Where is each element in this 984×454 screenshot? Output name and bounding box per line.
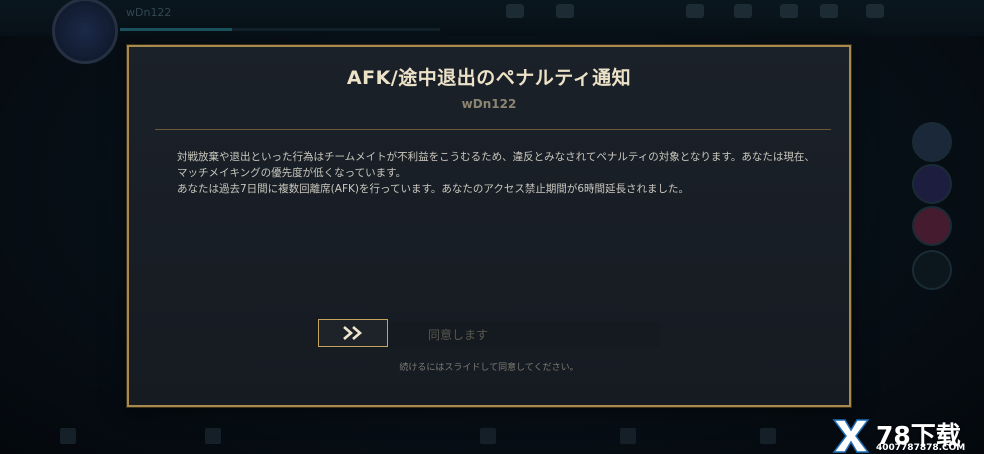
watermark-logo-icon — [832, 419, 870, 453]
watermark-url: 4007787878.COM — [876, 443, 966, 453]
penalty-dialog: AFK/途中退出のペナルティ通知 wDn122 対戦放棄や退出といった行為はチー… — [127, 45, 851, 407]
agree-slider[interactable]: 同意します — [318, 319, 660, 349]
dialog-divider — [155, 129, 831, 130]
dialog-title: AFK/途中退出のペナルティ通知 — [346, 67, 632, 89]
double-chevron-right-icon — [343, 326, 362, 340]
dialog-player-name: wDn122 — [461, 97, 517, 111]
message-paragraph-2: あなたは過去7日間に複数回離席(AFK)を行っています。あなたのアクセス禁止期間… — [177, 183, 690, 195]
watermark: 78下载 4007787878.COM — [832, 418, 982, 454]
slider-label: 同意します — [427, 328, 488, 342]
dialog-message: 対戦放棄や退出といった行為はチームメイトが不利益をこうむるため、違反とみなされて… — [177, 149, 817, 197]
slider-hint: 続けるにはスライドして同意してください。 — [399, 363, 579, 373]
slider-handle[interactable] — [318, 319, 388, 347]
message-paragraph-1: 対戦放棄や退出といった行為はチームメイトが不利益をこうむるため、違反とみなされて… — [177, 151, 815, 179]
